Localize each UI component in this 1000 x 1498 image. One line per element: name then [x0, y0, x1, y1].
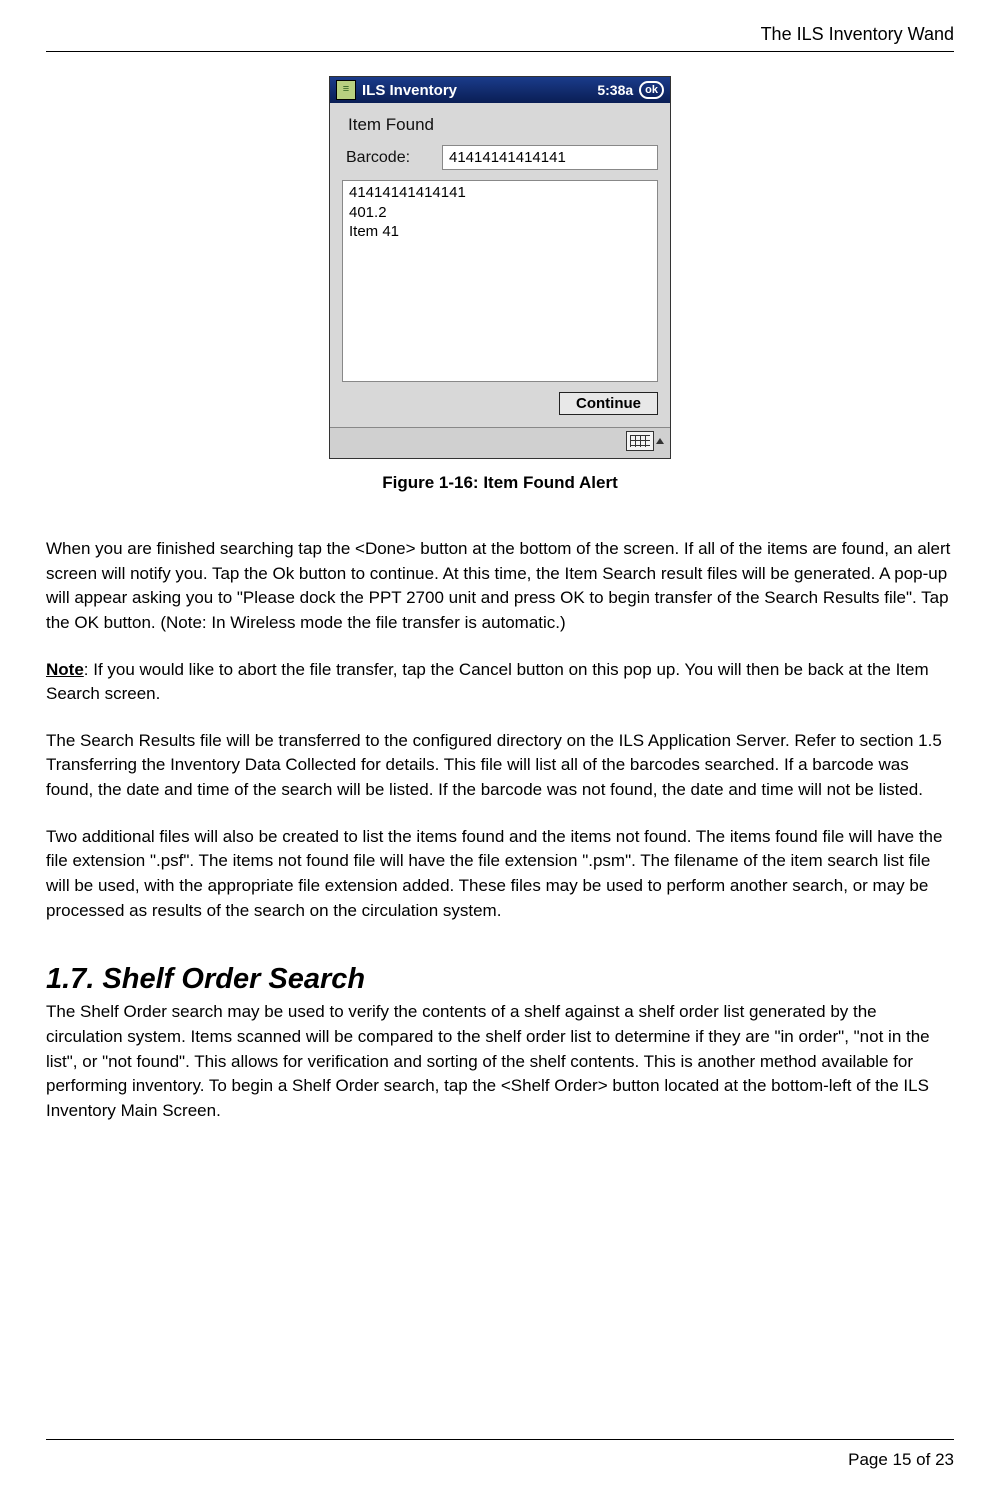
result-box: 41414141414141 401.2 Item 41	[342, 180, 658, 382]
paragraph-note: Note: If you would like to abort the fil…	[46, 658, 954, 707]
section-body: The Shelf Order search may be used to ve…	[46, 1000, 954, 1123]
note-label: Note	[46, 660, 84, 679]
device-screenshot: ≡ ILS Inventory 5:38a ok Item Found Barc…	[46, 76, 954, 493]
chevron-up-icon[interactable]	[656, 438, 664, 444]
running-header: The ILS Inventory Wand	[46, 24, 954, 45]
app-icon: ≡	[336, 80, 356, 100]
device-frame: ≡ ILS Inventory 5:38a ok Item Found Barc…	[329, 76, 671, 459]
paragraph-4: Two additional files will also be create…	[46, 825, 954, 924]
continue-button[interactable]: Continue	[559, 392, 658, 415]
device-body: Item Found Barcode: 41414141414141 41414…	[330, 103, 670, 427]
section-heading: 1.7. Shelf Order Search	[46, 963, 954, 996]
footer-rule	[46, 1439, 954, 1440]
keyboard-icon[interactable]	[626, 431, 654, 451]
clock-time: 5:38a	[597, 82, 633, 98]
button-row: Continue	[338, 382, 662, 421]
figure-caption: Figure 1-16: Item Found Alert	[46, 473, 954, 493]
body-text: When you are finished searching tap the …	[46, 537, 954, 1124]
paragraph-1: When you are finished searching tap the …	[46, 537, 954, 636]
page: The ILS Inventory Wand ≡ ILS Inventory 5…	[0, 0, 1000, 1498]
paragraph-3: The Search Results file will be transfer…	[46, 729, 954, 803]
sip-bar	[330, 427, 670, 458]
barcode-field[interactable]: 41414141414141	[442, 145, 658, 170]
page-number: Page 15 of 23	[46, 1450, 954, 1470]
panel-heading: Item Found	[338, 109, 662, 145]
barcode-row: Barcode: 41414141414141	[338, 145, 662, 180]
footer: Page 15 of 23	[46, 1439, 954, 1470]
ok-button[interactable]: ok	[639, 81, 664, 99]
header-rule	[46, 51, 954, 52]
barcode-label: Barcode:	[342, 149, 442, 167]
note-body: : If you would like to abort the file tr…	[46, 660, 929, 704]
device-titlebar: ≡ ILS Inventory 5:38a ok	[330, 77, 670, 103]
app-name: ILS Inventory	[362, 82, 597, 99]
